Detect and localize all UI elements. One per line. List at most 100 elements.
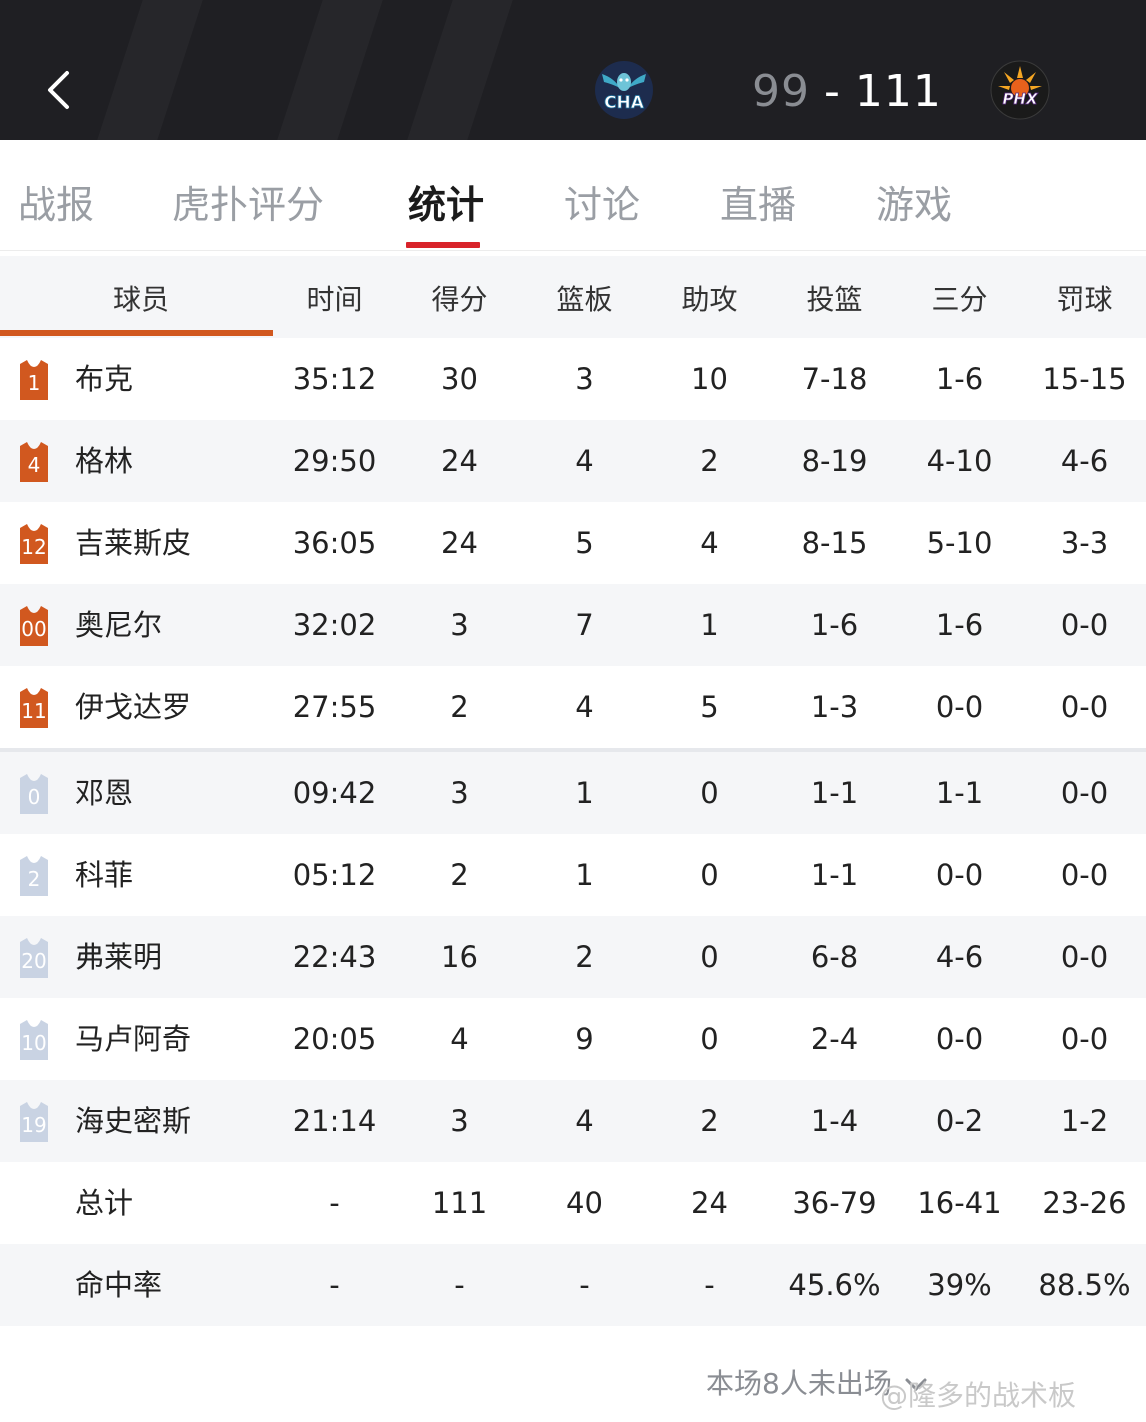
minutes-cell: 36:05 bbox=[292, 526, 377, 560]
three-pointers-cell: 0-0 bbox=[935, 1022, 984, 1056]
three-pointers-cell: 1-6 bbox=[935, 608, 984, 642]
player-name[interactable]: 布克 bbox=[75, 338, 133, 420]
field-goals-cell: 1-6 bbox=[810, 608, 859, 642]
header-decoration bbox=[271, 0, 389, 140]
box-score-table: 球员 时间 得分 篮板 助攻 投篮 三分 罚球 1 布克 35:12 30 3 10 7-1… bbox=[0, 256, 1146, 1326]
three-pointers-cell: 1-1 bbox=[935, 776, 984, 810]
free-throws-cell: 1-2 bbox=[1060, 1104, 1109, 1138]
back-button[interactable] bbox=[30, 52, 86, 128]
jersey-icon: 4 bbox=[16, 440, 52, 484]
jersey-icon: 11 bbox=[16, 686, 52, 730]
home-team-abbr: PHX bbox=[1002, 90, 1039, 108]
free-throws-cell: 15-15 bbox=[1042, 362, 1127, 396]
assists-cell: 2 bbox=[700, 444, 719, 478]
points-cell: 3 bbox=[450, 1104, 469, 1138]
minutes-cell: 21:14 bbox=[292, 1104, 377, 1138]
minutes-cell: 32:02 bbox=[292, 608, 377, 642]
assists-cell: 0 bbox=[700, 940, 719, 974]
column-header-assists[interactable]: 助攻 bbox=[647, 278, 772, 318]
player-row[interactable]: 12 吉莱斯皮 36:05 24 5 4 8-15 5-10 3-3 bbox=[0, 502, 1146, 584]
player-row[interactable]: 11 伊戈达罗 27:55 2 4 5 1-3 0-0 0-0 bbox=[0, 666, 1146, 748]
header-decoration bbox=[401, 0, 519, 140]
column-header-points[interactable]: 得分 bbox=[397, 278, 522, 318]
player-name[interactable]: 奥尼尔 bbox=[75, 584, 162, 666]
rebounds-cell: 4 bbox=[575, 1104, 594, 1138]
assists-cell: 2 bbox=[700, 1104, 719, 1138]
player-row[interactable]: 0 邓恩 09:42 3 1 0 1-1 1-1 0-0 bbox=[0, 752, 1146, 834]
player-name[interactable]: 海史密斯 bbox=[75, 1080, 191, 1162]
column-header-minutes[interactable]: 时间 bbox=[272, 278, 397, 318]
field-goals-cell: 8-19 bbox=[801, 444, 868, 478]
column-header-player[interactable]: 球员 bbox=[0, 278, 282, 318]
rebounds-cell: 1 bbox=[575, 858, 594, 892]
away-team-abbr: CHA bbox=[604, 93, 645, 113]
field-goals-cell: 1-3 bbox=[810, 690, 859, 724]
minutes-cell: - bbox=[329, 1268, 340, 1302]
player-row[interactable]: 1 布克 35:12 30 3 10 7-18 1-6 15-15 bbox=[0, 338, 1146, 420]
player-name[interactable]: 格林 bbox=[75, 420, 133, 502]
totals-row: 总计 - 111 40 24 36-79 16-41 23-26 bbox=[0, 1162, 1146, 1244]
column-header-field-goals[interactable]: 投篮 bbox=[772, 278, 897, 318]
three-pointers-cell: 4-6 bbox=[935, 940, 984, 974]
field-goals-cell: 7-18 bbox=[801, 362, 868, 396]
dnp-note: 本场8人未出场 bbox=[706, 1367, 892, 1400]
assists-cell: 0 bbox=[700, 1022, 719, 1056]
points-cell: 2 bbox=[450, 858, 469, 892]
assists-cell: 0 bbox=[700, 858, 719, 892]
assists-cell: 10 bbox=[691, 362, 728, 396]
suns-logo[interactable]: PHX bbox=[990, 60, 1050, 120]
points-cell: 111 bbox=[431, 1186, 488, 1220]
tab-discussion[interactable]: 讨论 bbox=[564, 174, 640, 229]
points-cell: - bbox=[454, 1268, 465, 1302]
field-goals-cell: 1-4 bbox=[810, 1104, 859, 1138]
player-name[interactable]: 科菲 bbox=[75, 834, 133, 916]
tab-games[interactable]: 游戏 bbox=[876, 174, 952, 229]
field-goals-cell: 45.6% bbox=[788, 1268, 881, 1302]
player-name[interactable]: 伊戈达罗 bbox=[75, 666, 191, 748]
free-throws-cell: 3-3 bbox=[1060, 526, 1109, 560]
field-goals-cell: 36-79 bbox=[792, 1186, 877, 1220]
jersey-icon: 20 bbox=[16, 936, 52, 980]
rebounds-cell: 5 bbox=[575, 526, 594, 560]
tab-recap[interactable]: 战报 bbox=[18, 174, 94, 229]
points-cell: 4 bbox=[450, 1022, 469, 1056]
minutes-cell: - bbox=[329, 1186, 340, 1220]
player-row[interactable]: 2 科菲 05:12 2 1 0 1-1 0-0 0-0 bbox=[0, 834, 1146, 916]
player-name[interactable]: 马卢阿奇 bbox=[75, 998, 191, 1080]
free-throws-cell: 88.5% bbox=[1038, 1268, 1131, 1302]
jersey-number: 4 bbox=[27, 453, 41, 477]
hornets-logo[interactable]: CHA bbox=[594, 60, 654, 120]
rebounds-cell: 4 bbox=[575, 690, 594, 724]
free-throws-cell: 0-0 bbox=[1060, 858, 1109, 892]
player-row[interactable]: 4 格林 29:50 24 4 2 8-19 4-10 4-6 bbox=[0, 420, 1146, 502]
scoreboard: 99-111 bbox=[752, 66, 942, 118]
minutes-cell: 09:42 bbox=[292, 776, 377, 810]
player-row[interactable]: 20 弗莱明 22:43 16 2 0 6-8 4-6 0-0 bbox=[0, 916, 1146, 998]
minutes-cell: 35:12 bbox=[292, 362, 377, 396]
player-row[interactable]: 19 海史密斯 21:14 3 4 2 1-4 0-2 1-2 bbox=[0, 1080, 1146, 1162]
tab-ratings[interactable]: 虎扑评分 bbox=[172, 174, 324, 229]
three-pointers-cell: 39% bbox=[927, 1268, 992, 1302]
header-decoration bbox=[91, 0, 209, 140]
tab-live[interactable]: 直播 bbox=[720, 174, 796, 229]
minutes-cell: 22:43 bbox=[292, 940, 377, 974]
free-throws-cell: 0-0 bbox=[1060, 1022, 1109, 1056]
player-name[interactable]: 弗莱明 bbox=[75, 916, 162, 998]
minutes-cell: 20:05 bbox=[292, 1022, 377, 1056]
jersey-icon: 2 bbox=[16, 854, 52, 898]
free-throws-cell: 0-0 bbox=[1060, 776, 1109, 810]
free-throws-cell: 0-0 bbox=[1060, 690, 1109, 724]
column-header-three-pointers[interactable]: 三分 bbox=[897, 278, 1022, 318]
player-name[interactable]: 吉莱斯皮 bbox=[75, 502, 191, 584]
column-header-free-throws[interactable]: 罚球 bbox=[1022, 278, 1146, 318]
rebounds-cell: 40 bbox=[566, 1186, 603, 1220]
player-row[interactable]: 00 奥尼尔 32:02 3 7 1 1-6 1-6 0-0 bbox=[0, 584, 1146, 666]
table-header: 球员 时间 得分 篮板 助攻 投篮 三分 罚球 bbox=[0, 256, 1146, 338]
player-name[interactable]: 邓恩 bbox=[75, 752, 133, 834]
row-label: 总计 bbox=[75, 1186, 134, 1220]
sort-indicator bbox=[0, 330, 273, 336]
column-header-rebounds[interactable]: 篮板 bbox=[522, 278, 647, 318]
tab-stats[interactable]: 统计 bbox=[408, 174, 484, 229]
player-row[interactable]: 10 马卢阿奇 20:05 4 9 0 2-4 0-0 0-0 bbox=[0, 998, 1146, 1080]
assists-cell: 5 bbox=[700, 690, 719, 724]
